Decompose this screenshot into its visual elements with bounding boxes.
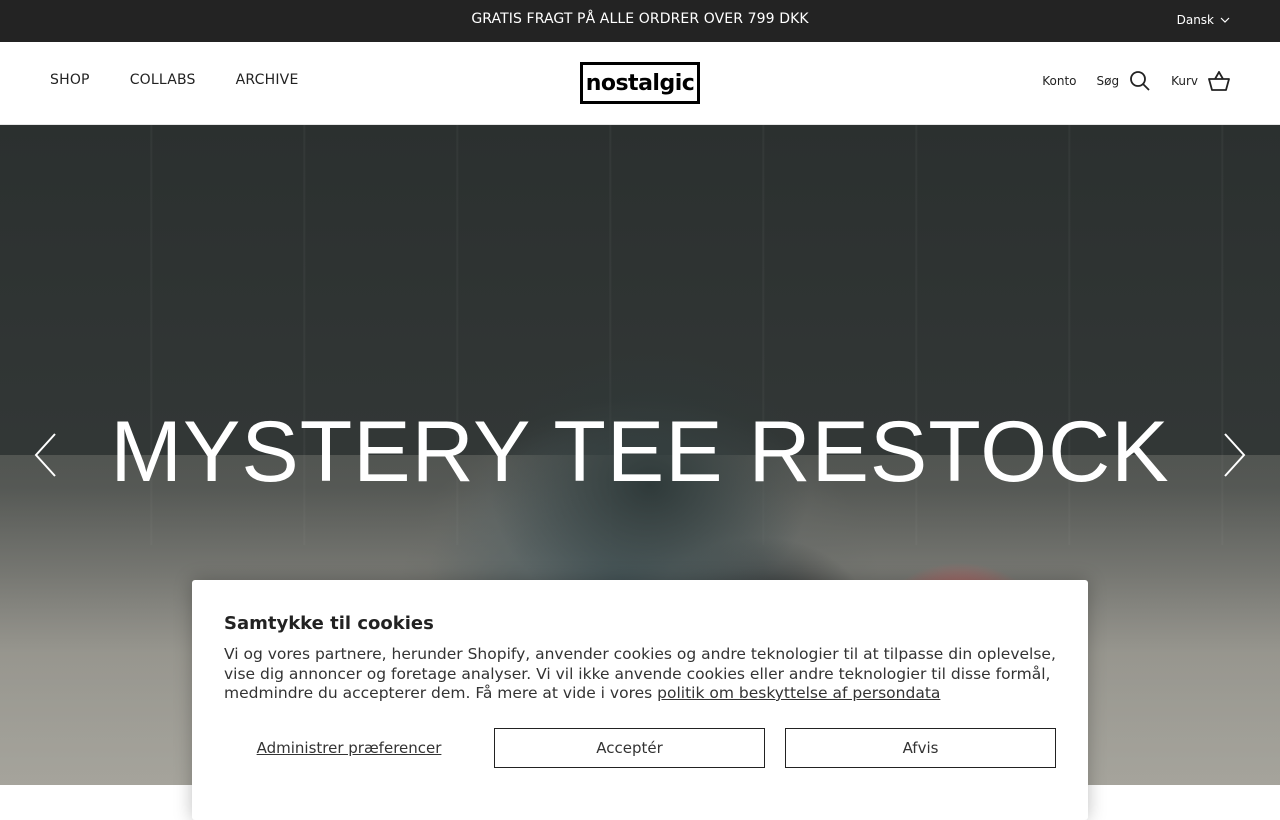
slideshow-next-button[interactable] [1220,432,1250,478]
language-selector[interactable]: Dansk [1177,13,1230,27]
manage-preferences-button[interactable]: Administrer præferencer [224,728,474,768]
announcement-text: GRATIS FRAGT PÅ ALLE ORDRER OVER 799 DKK [471,11,809,27]
search-label: Søg [1096,74,1120,88]
slideshow-prev-button[interactable] [30,432,60,478]
main-nav: SHOP COLLABS ARCHIVE [50,72,299,88]
hero-title: MYSTERY TEE RESTOCK [110,404,1170,500]
logo-text: nostalgic [585,70,695,96]
search-button[interactable]: Søg [1097,70,1152,92]
announcement-bar: GRATIS FRAGT PÅ ALLE ORDRER OVER 799 DKK… [0,0,1280,42]
account-label: Konto [1042,74,1077,88]
cart-button[interactable]: Kurv [1171,71,1230,91]
cookie-description: Vi og vores partnere, herunder Shopify, … [224,645,1064,704]
site-logo[interactable]: nostalgic [580,62,700,104]
decline-button[interactable]: Afvis [785,728,1056,768]
privacy-policy-link[interactable]: politik om beskyttelse af persondata [657,684,940,702]
chevron-right-icon [1224,433,1246,477]
accept-button[interactable]: Acceptér [494,728,765,768]
nav-item-shop[interactable]: SHOP [50,72,90,88]
chevron-down-icon [1220,17,1230,23]
nav-item-collabs[interactable]: COLLABS [130,72,196,88]
chevron-left-icon [34,433,56,477]
nav-item-archive[interactable]: ARCHIVE [236,72,299,88]
cookie-title: Samtykke til cookies [224,613,434,634]
cart-label: Kurv [1171,74,1198,88]
header-actions: Konto Søg Kurv [1042,70,1230,92]
site-header: SHOP COLLABS ARCHIVE nostalgic Konto Søg… [0,42,1280,125]
account-link[interactable]: Konto [1042,74,1076,88]
basket-icon [1208,71,1230,91]
language-label: Dansk [1176,13,1214,27]
cookie-consent-banner: Samtykke til cookies Vi og vores partner… [192,580,1088,820]
search-icon [1130,71,1150,91]
